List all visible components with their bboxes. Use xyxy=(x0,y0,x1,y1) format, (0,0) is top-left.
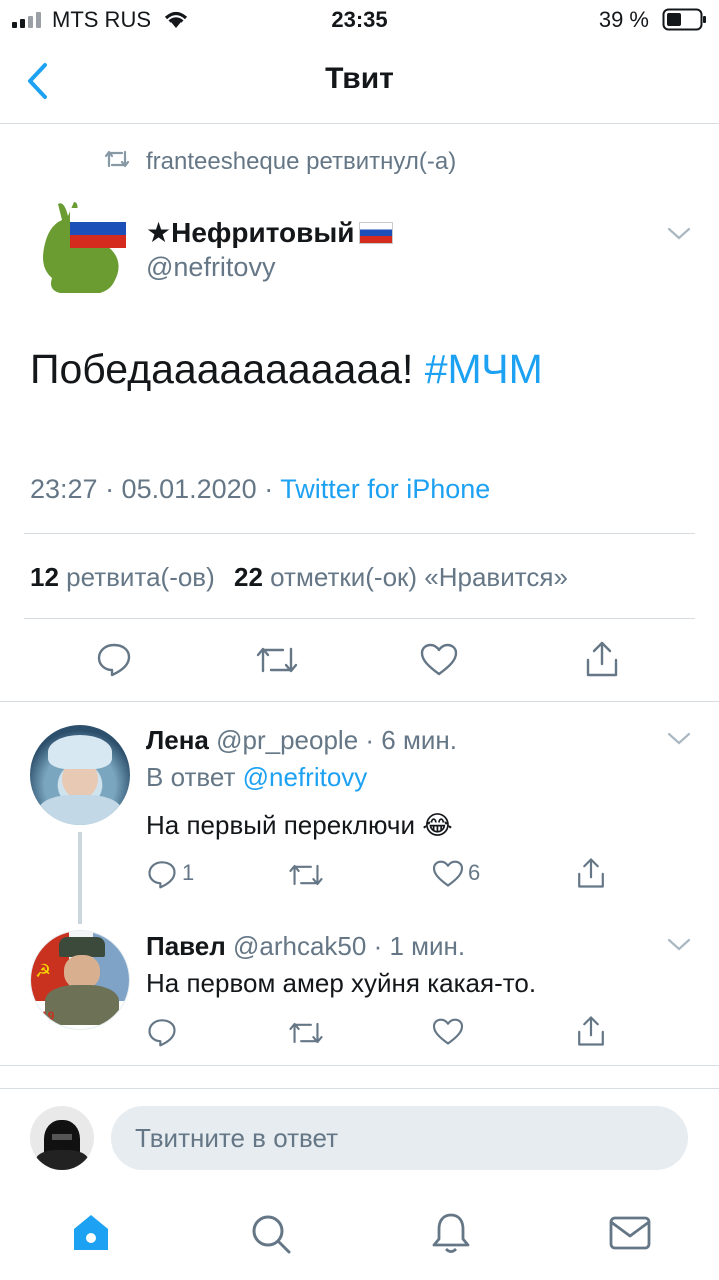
chevron-down-icon[interactable] xyxy=(666,731,692,747)
page-title: Твит xyxy=(325,62,394,95)
thread-line xyxy=(78,832,82,924)
reply-text: На первый переключи xyxy=(146,810,416,840)
likes-stat[interactable]: 22 отметки(-ок) «Нравится» xyxy=(234,562,568,592)
avatar-badge-text: 19 xyxy=(41,1009,55,1023)
home-icon[interactable] xyxy=(70,1212,112,1254)
reply-header: Лена @pr_people · 6 мин. xyxy=(146,725,457,756)
reply-to-row: В ответ @nefritovy xyxy=(146,762,367,793)
status-bar: MTS RUS 23:35 39 % xyxy=(0,0,719,40)
reply-text: На первом амер хуйня какая-то. xyxy=(146,968,537,998)
share-icon[interactable] xyxy=(583,640,621,678)
battery-icon xyxy=(662,8,708,32)
divider xyxy=(0,1065,719,1066)
divider xyxy=(0,701,719,702)
like-icon[interactable] xyxy=(420,643,458,677)
like-icon[interactable] xyxy=(432,860,464,888)
messages-icon[interactable] xyxy=(608,1215,652,1251)
retweet-small-icon xyxy=(104,148,130,170)
author-name[interactable]: ★Нефритовый xyxy=(146,216,355,249)
reply-to-handle-link[interactable]: @nefritovy xyxy=(243,762,368,792)
retweet-icon[interactable] xyxy=(288,1019,324,1047)
reply-icon[interactable] xyxy=(147,859,177,889)
share-icon[interactable] xyxy=(575,857,607,889)
notifications-icon[interactable] xyxy=(430,1211,472,1255)
chevron-down-icon[interactable] xyxy=(666,226,692,242)
reply-time: · 6 мин. xyxy=(365,725,457,755)
tweet-text-row: Победааааааааааа! #МЧМ xyxy=(30,346,543,393)
reply-count: 1 xyxy=(182,860,195,885)
like-icon[interactable] xyxy=(432,1018,464,1046)
reply-time: · 1 мин. xyxy=(373,931,466,961)
retweet-context-label[interactable]: franteesheque ретвитнул(-а) xyxy=(146,148,456,176)
retweet-icon[interactable] xyxy=(255,643,299,677)
reply-author-name[interactable]: Лена xyxy=(146,725,209,755)
like-count: 6 xyxy=(468,860,481,885)
my-avatar[interactable] xyxy=(30,1106,94,1170)
share-icon[interactable] xyxy=(575,1015,607,1047)
nav-divider xyxy=(0,123,719,124)
tweet-source-link[interactable]: Twitter for iPhone xyxy=(280,474,490,504)
reply-author-handle[interactable]: @pr_people xyxy=(216,725,358,755)
reply-icon[interactable] xyxy=(147,1017,177,1047)
divider xyxy=(24,618,695,619)
reply-compose-input[interactable]: Твитните в ответ xyxy=(111,1106,688,1170)
reply-author-handle[interactable]: @arhcak50 xyxy=(233,931,366,961)
laughing-emoji: 😂 xyxy=(422,811,453,841)
compose-divider xyxy=(0,1088,719,1089)
retweets-stat[interactable]: 12 ретвита(-ов) xyxy=(30,562,215,592)
compose-placeholder: Твитните в ответ xyxy=(135,1123,339,1153)
tweet-text: Победааааааааааа! xyxy=(30,346,414,392)
author-name-row[interactable]: ★Нефритовый xyxy=(146,216,393,249)
avatar[interactable] xyxy=(30,198,130,298)
author-handle[interactable]: @nefritovy xyxy=(146,252,275,283)
reply-author-name[interactable]: Павел xyxy=(146,931,226,961)
reply-header: Павел @arhcak50 · 1 мин. xyxy=(146,931,465,962)
chevron-down-icon[interactable] xyxy=(666,937,692,953)
reply-text-row: На первый переключи 😂 xyxy=(146,810,453,841)
avatar[interactable] xyxy=(30,725,130,825)
hashtag-link[interactable]: #МЧМ xyxy=(425,346,543,392)
timestamp-row: 23:27 · 05.01.2020 · Twitter for iPhone xyxy=(30,474,490,505)
avatar[interactable]: ☭ 19 xyxy=(30,930,130,1030)
russian-flag-icon xyxy=(358,221,393,244)
reply-to-label: В ответ xyxy=(146,762,236,792)
stats-row: 12 ретвита(-ов) 22 отметки(-ок) «Нравитс… xyxy=(30,562,568,593)
retweet-icon[interactable] xyxy=(288,861,324,889)
reply-icon[interactable] xyxy=(96,641,132,677)
tweet-timestamp: 23:27 · 05.01.2020 · xyxy=(30,474,274,504)
battery-percent: 39 % xyxy=(598,7,649,32)
divider xyxy=(24,533,695,534)
search-icon[interactable] xyxy=(249,1212,293,1256)
